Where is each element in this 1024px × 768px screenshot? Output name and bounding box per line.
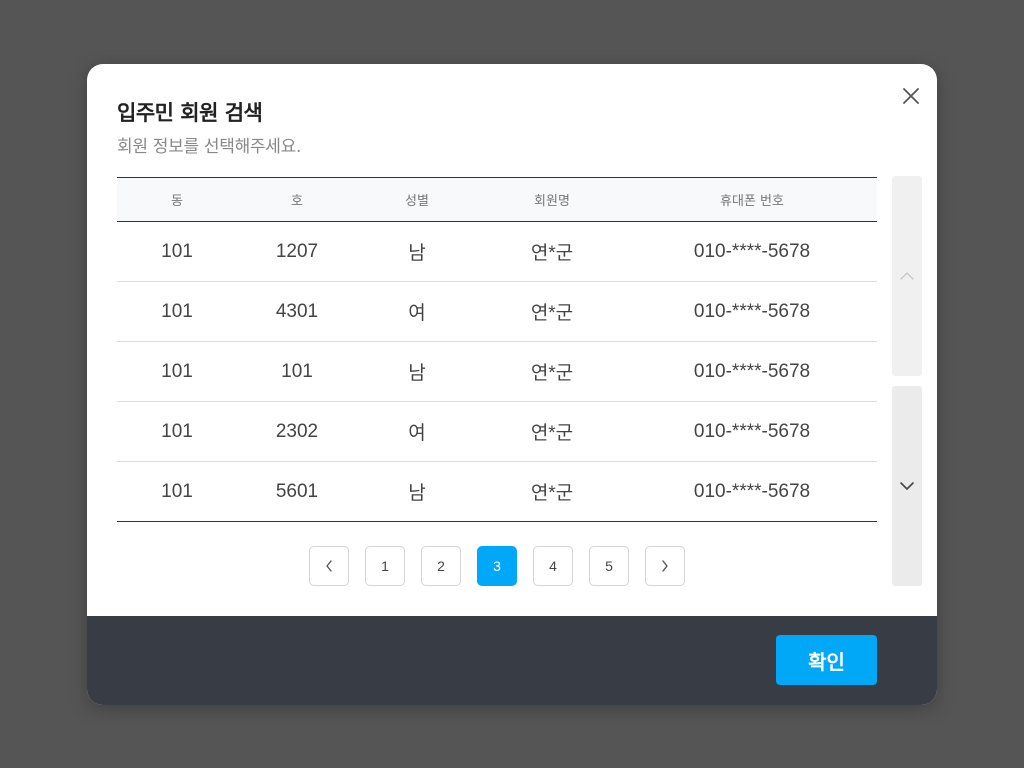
table-row[interactable]: 101 101 남 연*군 010-****-5678 bbox=[117, 341, 877, 402]
header-dong: 동 bbox=[117, 177, 237, 222]
scroll-down-button[interactable] bbox=[892, 386, 922, 586]
header-phone: 휴대폰 번호 bbox=[627, 177, 877, 222]
cell-phone: 010-****-5678 bbox=[627, 281, 877, 342]
table-row[interactable]: 101 4301 여 연*군 010-****-5678 bbox=[117, 281, 877, 342]
member-table-container: 동 호 성별 회원명 휴대폰 번호 101 1207 남 연*군 010-***… bbox=[117, 177, 877, 522]
cell-gender: 남 bbox=[357, 461, 477, 522]
cell-dong: 101 bbox=[117, 221, 237, 282]
chevron-down-icon bbox=[900, 482, 914, 490]
member-table: 동 호 성별 회원명 휴대폰 번호 101 1207 남 연*군 010-***… bbox=[117, 177, 877, 522]
cell-name: 연*군 bbox=[477, 461, 627, 522]
table-row[interactable]: 101 1207 남 연*군 010-****-5678 bbox=[117, 221, 877, 282]
page-button-1[interactable]: 1 bbox=[365, 546, 405, 586]
cell-ho: 101 bbox=[237, 341, 357, 402]
cell-gender: 남 bbox=[357, 341, 477, 402]
cell-phone: 010-****-5678 bbox=[627, 341, 877, 402]
close-icon bbox=[903, 88, 919, 104]
header-gender: 성별 bbox=[357, 177, 477, 222]
table-row[interactable]: 101 2302 여 연*군 010-****-5678 bbox=[117, 401, 877, 462]
header-name: 회원명 bbox=[477, 177, 627, 222]
cell-gender: 남 bbox=[357, 221, 477, 282]
page-button-5[interactable]: 5 bbox=[589, 546, 629, 586]
header-ho: 호 bbox=[237, 177, 357, 222]
cell-phone: 010-****-5678 bbox=[627, 461, 877, 522]
cell-ho: 2302 bbox=[237, 401, 357, 462]
cell-dong: 101 bbox=[117, 461, 237, 522]
page-button-2[interactable]: 2 bbox=[421, 546, 461, 586]
cell-ho: 4301 bbox=[237, 281, 357, 342]
confirm-button[interactable]: 확인 bbox=[776, 635, 877, 685]
table-header: 동 호 성별 회원명 휴대폰 번호 bbox=[117, 177, 877, 222]
cell-phone: 010-****-5678 bbox=[627, 221, 877, 282]
table-row[interactable]: 101 5601 남 연*군 010-****-5678 bbox=[117, 461, 877, 522]
cell-ho: 1207 bbox=[237, 221, 357, 282]
cell-name: 연*군 bbox=[477, 341, 627, 402]
modal-subtitle: 회원 정보를 선택해주세요. bbox=[117, 137, 302, 157]
cell-dong: 101 bbox=[117, 401, 237, 462]
prev-page-button[interactable] bbox=[309, 546, 349, 586]
member-search-modal: 입주민 회원 검색 회원 정보를 선택해주세요. 동 호 성별 회원명 휴대폰 … bbox=[87, 64, 937, 705]
cell-name: 연*군 bbox=[477, 221, 627, 282]
chevron-up-icon bbox=[900, 272, 914, 280]
next-page-button[interactable] bbox=[645, 546, 685, 586]
cell-phone: 010-****-5678 bbox=[627, 401, 877, 462]
scroll-up-button[interactable] bbox=[892, 176, 922, 376]
close-button[interactable] bbox=[899, 84, 923, 108]
page-button-4[interactable]: 4 bbox=[533, 546, 573, 586]
cell-name: 연*군 bbox=[477, 281, 627, 342]
page-button-3-current[interactable]: 3 bbox=[477, 546, 517, 586]
cell-gender: 여 bbox=[357, 281, 477, 342]
table-body: 101 1207 남 연*군 010-****-5678 101 4301 여 … bbox=[117, 221, 877, 522]
pagination: 1 2 3 4 5 bbox=[309, 546, 685, 586]
chevron-left-icon bbox=[326, 560, 332, 572]
modal-title: 입주민 회원 검색 bbox=[117, 101, 263, 125]
cell-dong: 101 bbox=[117, 341, 237, 402]
chevron-right-icon bbox=[662, 560, 668, 572]
cell-dong: 101 bbox=[117, 281, 237, 342]
cell-gender: 여 bbox=[357, 401, 477, 462]
modal-footer: 확인 bbox=[87, 616, 937, 705]
cell-name: 연*군 bbox=[477, 401, 627, 462]
cell-ho: 5601 bbox=[237, 461, 357, 522]
